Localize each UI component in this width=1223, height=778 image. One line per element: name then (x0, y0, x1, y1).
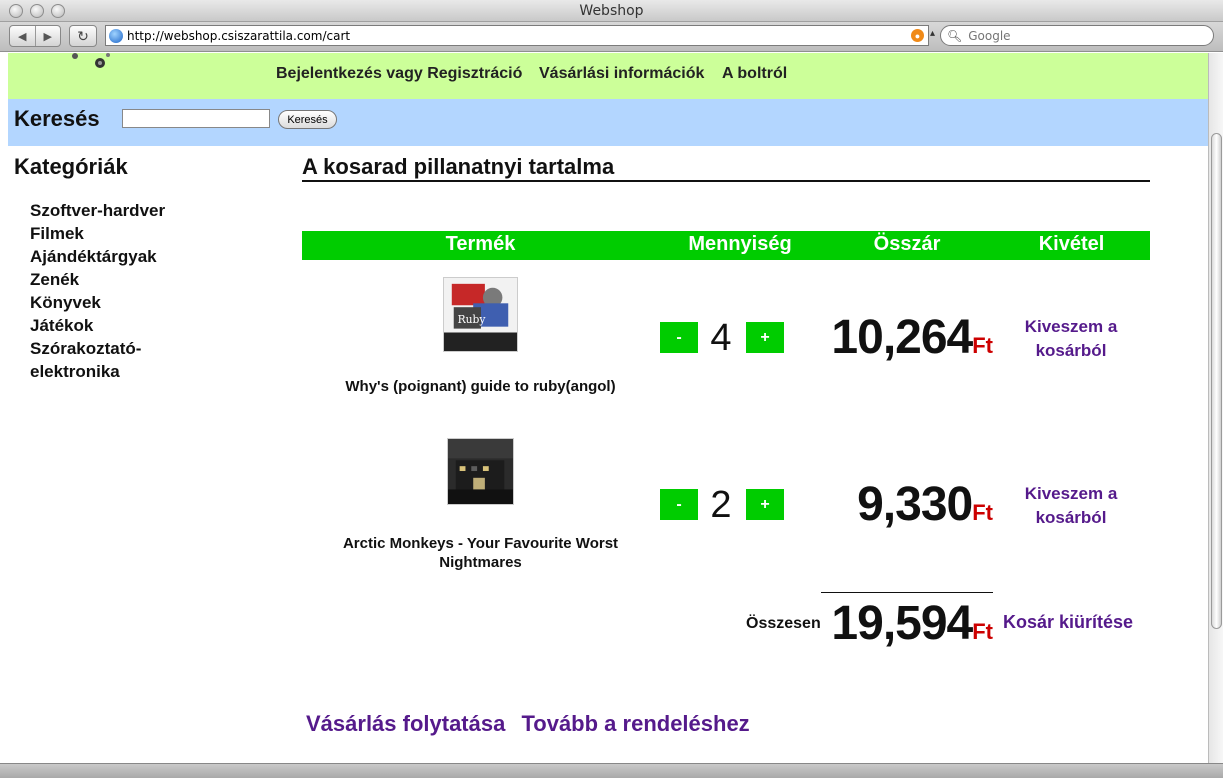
scrollbar-thumb[interactable] (1211, 133, 1222, 629)
category-link[interactable]: Játékok (30, 314, 200, 337)
product-column-header: Termék (445, 233, 516, 255)
back-arrow-icon[interactable]: ◀ (10, 26, 36, 46)
search-strip: Keresés Keresés (8, 99, 1208, 146)
cart-table-header: Termék Mennyiség Összár Kivétel (302, 231, 1150, 260)
title-bar: Webshop (0, 0, 1223, 22)
category-link[interactable]: Szórakoztató-elektronika (30, 337, 160, 383)
address-bar[interactable]: http://webshop.csiszarattila.com/cart ● (105, 25, 929, 46)
product-name[interactable]: Arctic Monkeys - Your Favourite Worst Ni… (308, 534, 653, 572)
shopping-info-link[interactable]: Vásárlási információk (539, 65, 704, 83)
categories-title: Kategóriák (14, 154, 128, 179)
reload-icon[interactable]: ↻ (69, 25, 97, 47)
vertical-scrollbar[interactable] (1208, 53, 1223, 763)
category-link[interactable]: Könyvek (30, 291, 200, 314)
increase-quantity-button[interactable]: + (746, 322, 784, 353)
title-divider (302, 180, 1150, 182)
total-divider (821, 592, 993, 593)
back-forward-buttons: ◀ ▶ (9, 25, 61, 47)
category-list: Szoftver-hardver Filmek Ajándéktárgyak Z… (30, 199, 200, 383)
page-title: A kosarad pillanatnyi tartalma (302, 154, 615, 179)
price-amount: 10,264 (831, 311, 973, 364)
forward-arrow-icon[interactable]: ▶ (36, 26, 61, 46)
currency-label: Ft (972, 500, 993, 525)
logo-icon (72, 53, 110, 68)
price-amount: 9,330 (857, 478, 973, 531)
currency-label: Ft (972, 333, 993, 358)
empty-cart-link[interactable]: Kosár kiürítése (1003, 612, 1133, 633)
total-price-column-header: Összár (873, 233, 941, 255)
search-label: Keresés (14, 106, 100, 131)
magnifier-icon: 🔍︎ (947, 28, 963, 43)
quantity-value: 4 (710, 317, 732, 359)
bottom-links: Vásárlás folytatása Tovább a rendeléshez (306, 711, 760, 737)
search-button[interactable]: Keresés (278, 110, 337, 129)
globe-icon (109, 28, 123, 43)
product-name[interactable]: Why's (poignant) guide to ruby(angol) (308, 377, 653, 396)
product-image[interactable]: Ruby (443, 277, 518, 352)
item-total-price: 10,264Ft (793, 310, 993, 365)
quantity-column-header: Mennyiség (688, 233, 792, 255)
category-link[interactable]: Szoftver-hardver (30, 199, 200, 222)
search-input[interactable] (122, 109, 270, 128)
increase-quantity-button[interactable]: + (746, 489, 784, 520)
cart-total-price: 19,594Ft (793, 596, 993, 651)
svg-text:Ruby: Ruby (458, 313, 486, 326)
window-title: Webshop (579, 3, 644, 19)
page-viewport: Bejelentkezés vagy Regisztráció Vásárlás… (8, 53, 1208, 763)
remove-column-header: Kivétel (1038, 233, 1105, 255)
currency-label: Ft (972, 619, 993, 644)
proceed-to-checkout-link[interactable]: Tovább a rendeléshez (521, 711, 749, 736)
browser-window: Webshop ◀ ▶ ↻ http://webshop.csiszaratti… (0, 0, 1223, 778)
category-link[interactable]: Zenék (30, 268, 200, 291)
browser-search-input[interactable] (968, 28, 1189, 43)
remove-item-link[interactable]: Kiveszem a kosárból (1001, 315, 1141, 363)
chevron-up-icon[interactable]: ▴ (930, 28, 935, 39)
login-register-link[interactable]: Bejelentkezés vagy Regisztráció (276, 65, 522, 83)
item-total-price: 9,330Ft (793, 477, 993, 532)
category-link[interactable]: Ajándéktárgyak (30, 245, 200, 268)
continue-shopping-link[interactable]: Vásárlás folytatása (306, 711, 505, 736)
total-amount: 19,594 (831, 597, 973, 650)
about-shop-link[interactable]: A boltról (722, 65, 787, 83)
quantity-value: 2 (710, 484, 732, 526)
rss-icon[interactable]: ● (911, 29, 924, 42)
browser-search-field[interactable]: 🔍︎ (940, 25, 1214, 46)
category-link[interactable]: Filmek (30, 222, 200, 245)
product-image[interactable] (447, 438, 514, 505)
browser-toolbar: ◀ ▶ ↻ http://webshop.csiszarattila.com/c… (0, 22, 1223, 52)
url-text[interactable]: http://webshop.csiszarattila.com/cart (127, 29, 350, 43)
remove-item-link[interactable]: Kiveszem a kosárból (1001, 482, 1141, 530)
decrease-quantity-button[interactable]: - (660, 489, 698, 520)
status-bar (0, 763, 1223, 778)
decrease-quantity-button[interactable]: - (660, 322, 698, 353)
top-navigation: Bejelentkezés vagy Regisztráció Vásárlás… (8, 53, 1208, 99)
